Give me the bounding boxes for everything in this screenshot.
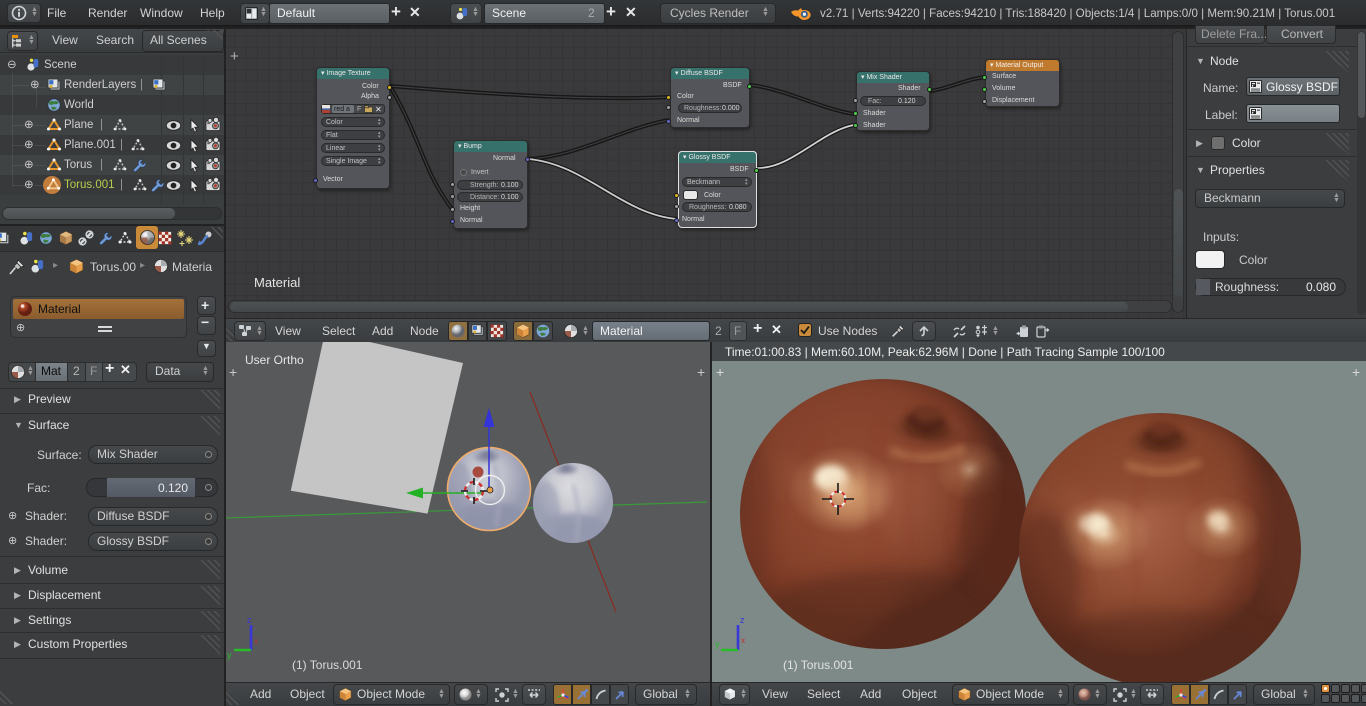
svg-text:z: z	[740, 615, 745, 625]
svg-text:x: x	[741, 636, 745, 645]
svg-text:x: x	[254, 637, 258, 646]
svg-text:y: y	[227, 650, 232, 660]
svg-text:z: z	[247, 615, 252, 625]
svg-text:y: y	[715, 639, 720, 649]
